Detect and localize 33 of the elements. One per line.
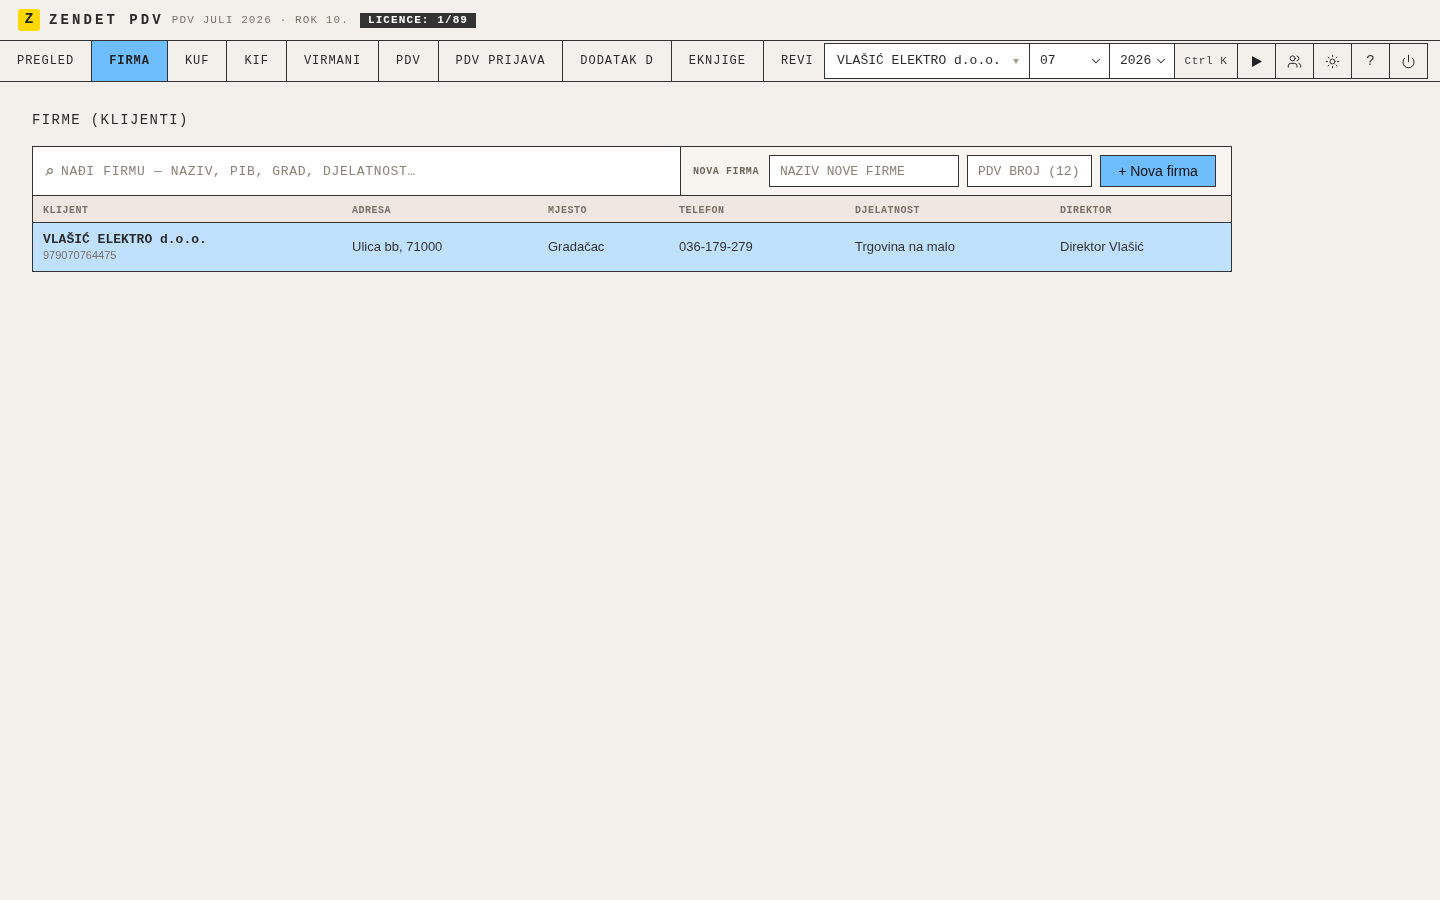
licence-badge: LICENCE: 1/89 bbox=[359, 12, 477, 28]
table-cell: Gradačac bbox=[548, 239, 605, 254]
nav-tab[interactable]: VIRMANI bbox=[286, 41, 380, 81]
table-row[interactable]: VLAŠIĆ ELEKTRO d.o.o. 979070764475 Ulica bb, 71000 Gradačac 036-179-279 Trgovina na malo Direktor Vlašić bbox=[33, 223, 1231, 271]
client-name: VLAŠIĆ ELEKTRO d.o.o. bbox=[43, 232, 207, 248]
client-id: 979070764475 bbox=[43, 248, 117, 262]
table-cell: Ulica bb, 71000 bbox=[352, 239, 443, 254]
app-name: ZENDET PDV bbox=[49, 10, 164, 30]
table-cell: Direktor Vlašić bbox=[1060, 239, 1144, 254]
column-header: ADRESA bbox=[352, 205, 391, 216]
firm-name-field[interactable]: NAZIV NOVE FIRME bbox=[769, 155, 959, 187]
nav-tab[interactable]: PDV PRIJAVA bbox=[438, 41, 564, 81]
table-cell: 036-179-279 bbox=[679, 239, 753, 254]
table-cell: Trgovina na malo bbox=[855, 239, 955, 254]
nav-tab[interactable]: FIRMA bbox=[92, 41, 168, 81]
column-header: DJELATNOST bbox=[855, 205, 920, 216]
nav-tab[interactable]: KUF bbox=[167, 41, 228, 81]
nav-tab[interactable]: KIF bbox=[227, 41, 287, 81]
column-header: DIREKTOR bbox=[1060, 205, 1112, 216]
new-firm-label: NOVA FIRMA bbox=[693, 164, 759, 179]
nav-tab[interactable]: EKNJIGE bbox=[671, 41, 764, 81]
add-firm-button[interactable]: + Nova firma bbox=[1100, 155, 1216, 187]
search-icon bbox=[45, 168, 53, 176]
column-header: KLIJENT bbox=[43, 205, 89, 216]
nav-tab[interactable]: PDV bbox=[379, 41, 439, 81]
period-label: PDV JULI 2026 · ROK 10. bbox=[171, 12, 349, 28]
nav-tab[interactable]: DODATAK D bbox=[563, 41, 672, 81]
page-title: FIRME (KLIJENTI) bbox=[32, 111, 189, 129]
vat-number-field[interactable]: PDV BROJ (12) bbox=[967, 155, 1092, 187]
column-header: TELEFON bbox=[679, 205, 725, 216]
app-logo: Z bbox=[18, 9, 40, 31]
search-field[interactable]: NAĐI FIRMU — NAZIV, PIB, GRAD, DJELATNOST… bbox=[33, 147, 681, 195]
column-header: MJESTO bbox=[548, 205, 587, 216]
